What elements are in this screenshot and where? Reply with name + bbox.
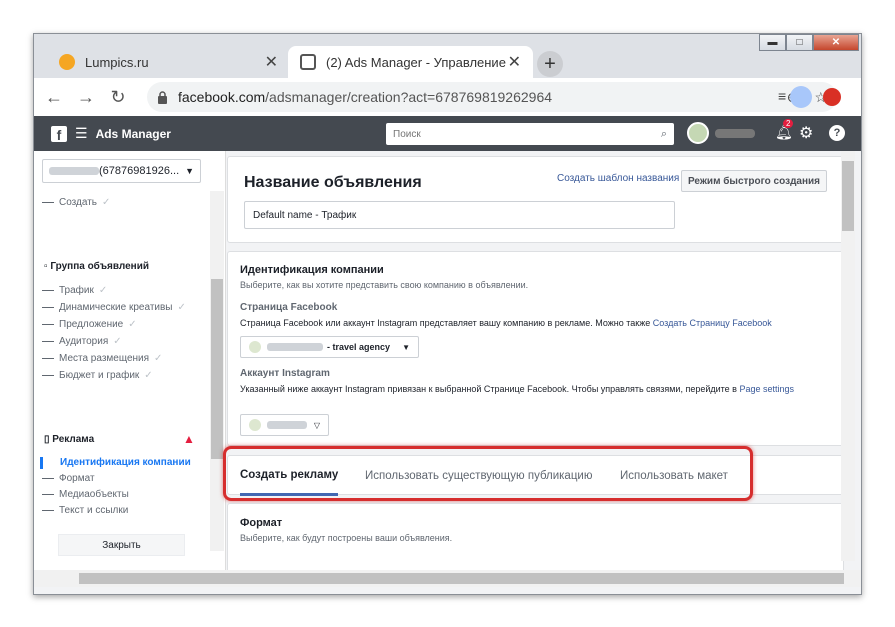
create-facebook-page-link[interactable]: Создать Страницу Facebook (653, 318, 772, 328)
url-text[interactable]: facebook.com/adsmanager/creation?act=678… (178, 89, 771, 105)
horizontal-scrollbar[interactable] (34, 570, 861, 587)
page-avatar (249, 341, 261, 353)
close-window-button[interactable]: ✕ (813, 34, 859, 51)
format-card: Формат Выберите, как будут построены ваш… (227, 503, 844, 573)
window-controls: ▬ □ ✕ (759, 34, 859, 51)
account-selector[interactable]: (67876981926... ▼ (42, 159, 201, 183)
business-identity-card: Идентификация компании Выберите, как вы … (227, 251, 844, 446)
main-scrollbar[interactable] (841, 151, 855, 561)
ads-manager-header: f ☰ Ads Manager ⌕ 🔔︎ 2 ⚙ ? (34, 116, 861, 151)
browser-toolbar: ← → ↻ facebook.com/adsmanager/creation?a… (34, 78, 861, 116)
facebook-favicon-icon (300, 54, 316, 70)
menu-icon[interactable]: ☰ (75, 125, 88, 142)
sidebar-item-placements[interactable]: Места размещения ✓ (42, 353, 162, 364)
ad-name-input[interactable]: Default name - Трафик (244, 201, 675, 229)
check-icon: ✓ (113, 336, 122, 347)
lock-icon (158, 90, 167, 104)
sidebar-scroll-thumb[interactable] (211, 279, 223, 459)
search-icon[interactable]: ⌕ (661, 128, 667, 141)
tab-title: Lumpics.ru (85, 54, 149, 70)
instagram-account-label: Аккаунт Instagram (240, 368, 330, 379)
format-title: Формат (240, 517, 283, 529)
horizontal-scroll-thumb[interactable] (79, 573, 844, 584)
instagram-name-blurred (267, 421, 307, 429)
tab-title: (2) Ads Manager - Управление р (326, 54, 508, 70)
active-indicator (40, 457, 43, 469)
business-identity-title: Идентификация компании (240, 264, 384, 276)
forward-icon[interactable]: → (74, 87, 98, 108)
user-avatar[interactable] (687, 122, 709, 144)
maximize-button[interactable]: □ (786, 34, 813, 51)
profile-avatar-icon[interactable] (790, 86, 812, 108)
facebook-page-select[interactable]: - travel agency ▼ (240, 336, 419, 358)
facebook-logo-icon[interactable]: f (51, 125, 67, 143)
sidebar-item-business-identity[interactable]: Идентификация компании (60, 457, 191, 468)
tab-lumpics[interactable]: Lumpics.ru ✕ (47, 46, 290, 78)
business-identity-subtitle: Выберите, как вы хотите представить свою… (240, 280, 529, 290)
create-name-template-link[interactable]: Создать шаблон названия (557, 173, 679, 184)
sidebar-item-audience[interactable]: Аудитория ✓ (42, 336, 122, 347)
highlight-box (223, 446, 753, 501)
warning-icon: ▲ (183, 432, 195, 446)
sidebar-item-budget[interactable]: Бюджет и график ✓ (42, 370, 153, 381)
sidebar-item-text-links[interactable]: Текст и ссылки (42, 505, 128, 516)
sidebar-section-ad[interactable]: ▯ Реклама (44, 434, 94, 445)
help-icon[interactable]: ? (829, 125, 845, 141)
chevron-down-icon: ▼ (402, 342, 410, 352)
close-tab-icon[interactable]: ✕ (265, 52, 278, 72)
quick-creation-button[interactable]: Режим быстрого создания (681, 170, 827, 192)
check-icon: ✓ (128, 319, 137, 330)
app-title: Ads Manager (95, 126, 171, 141)
reload-icon[interactable]: ↻ (106, 87, 130, 108)
check-icon: ✓ (98, 285, 108, 296)
minimize-button[interactable]: ▬ (759, 34, 786, 51)
user-name-blurred (715, 129, 755, 138)
settings-gear-icon[interactable]: ⚙ (799, 123, 813, 143)
sidebar-item-dynamic-creatives[interactable]: Динамические креативы ✓ (42, 302, 186, 313)
sidebar-scrollbar[interactable] (210, 191, 224, 551)
media-control-icon[interactable]: ≡ (778, 88, 786, 104)
search-box[interactable]: ⌕ (386, 123, 674, 145)
instagram-avatar (249, 419, 261, 431)
sidebar-item-create[interactable]: Создать ✓ (42, 197, 110, 208)
chevron-down-icon: ▼ (185, 166, 194, 176)
sidebar-item-format[interactable]: Формат (42, 473, 95, 484)
instagram-account-select[interactable]: ▽ (240, 414, 329, 436)
check-icon: ✓ (154, 353, 163, 364)
format-subtitle: Выберите, как будут построены ваши объяв… (240, 533, 453, 543)
facebook-page-description: Страница Facebook или аккаунт Instagram … (240, 318, 772, 328)
browser-window: ▬ □ ✕ Lumpics.ru ✕ (2) Ads Manager - Упр… (33, 33, 862, 595)
sidebar-item-traffic[interactable]: Трафик ✓ (42, 285, 107, 296)
main-scroll-thumb[interactable] (842, 161, 854, 231)
lumpics-favicon-icon (59, 54, 75, 70)
new-tab-button[interactable]: + (537, 51, 563, 77)
content-area: (67876981926... ▼ Создать ✓ ▫ Группа объя… (34, 151, 861, 594)
update-icon[interactable] (823, 88, 841, 106)
address-bar[interactable]: facebook.com/adsmanager/creation?act=678… (147, 82, 837, 112)
page-name-blurred (267, 343, 323, 351)
close-button[interactable]: Закрыть (58, 534, 185, 556)
check-icon: ✓ (177, 302, 186, 313)
sidebar-item-media[interactable]: Медиаобъекты (42, 489, 129, 500)
close-tab-icon[interactable]: ✕ (508, 52, 521, 72)
check-icon: ✓ (102, 197, 111, 208)
ad-name-card: Название объявления Создать шаблон назва… (227, 156, 844, 243)
back-icon[interactable]: ← (42, 87, 66, 108)
account-id: (67876981926... (99, 165, 180, 177)
instagram-description: Указанный ниже аккаунт Instagram привяза… (240, 384, 795, 394)
page-settings-link[interactable]: Page settings (739, 384, 794, 394)
ad-name-title: Название объявления (244, 174, 422, 191)
sidebar-item-offer[interactable]: Предложение ✓ (42, 319, 137, 330)
chevron-down-icon: ▽ (313, 420, 320, 430)
account-name-blurred (49, 167, 99, 175)
check-icon: ✓ (144, 370, 153, 381)
tab-ads-manager[interactable]: (2) Ads Manager - Управление р ✕ (288, 46, 533, 78)
sidebar-section-ad-set[interactable]: ▫ Группа объявлений (44, 261, 149, 272)
search-input[interactable] (393, 128, 661, 140)
sidebar: (67876981926... ▼ Создать ✓ ▫ Группа объя… (34, 151, 226, 571)
facebook-page-label: Страница Facebook (240, 302, 338, 313)
